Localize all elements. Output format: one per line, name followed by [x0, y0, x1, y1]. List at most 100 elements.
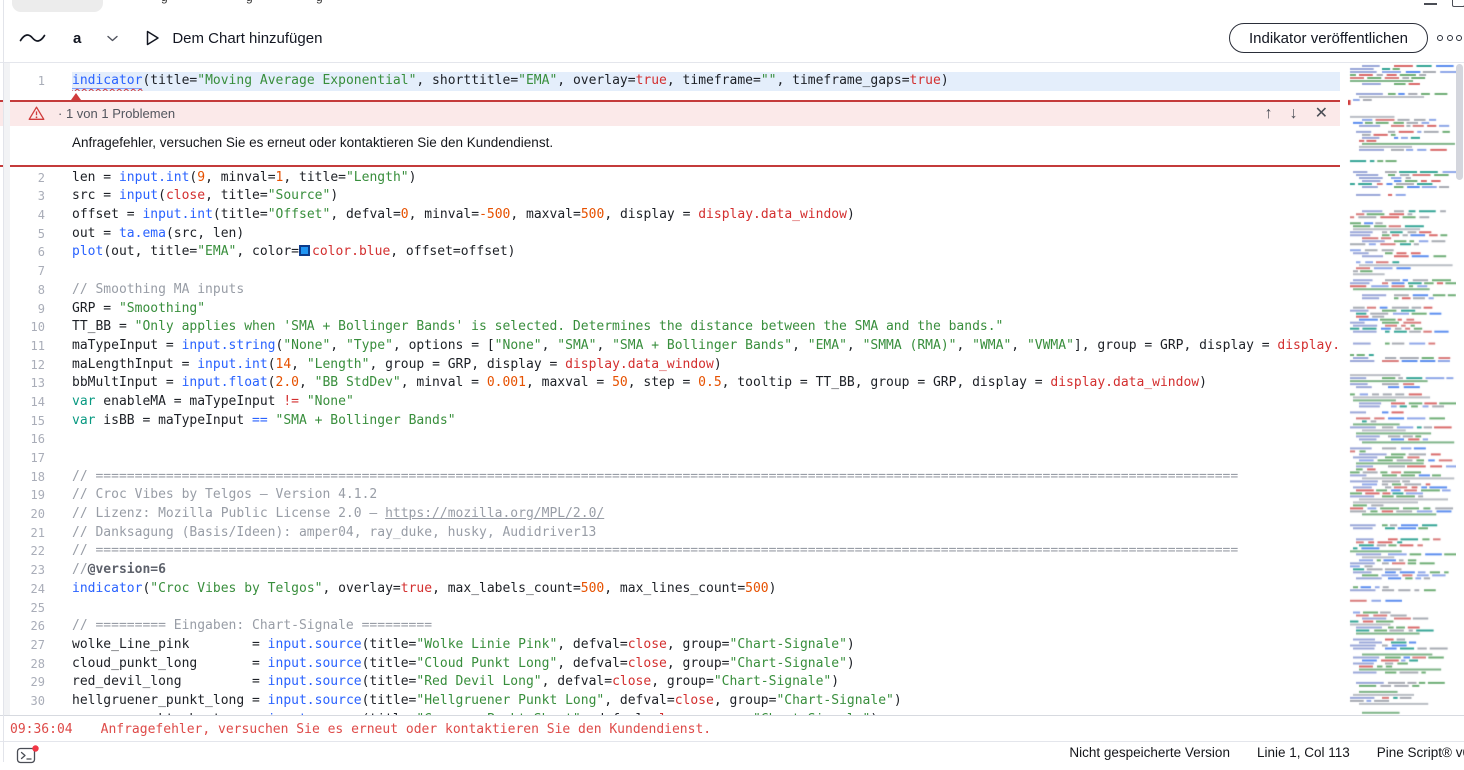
- code-text: // ========= Eingaben: Chart-Signale ===…: [72, 617, 1340, 636]
- code-text: // Croc Vibes by Telgos – Version 4.1.2: [72, 486, 1340, 505]
- code-text: maLengthInput = input.int(14, "Length", …: [72, 356, 1340, 375]
- code-line[interactable]: 30hellgruener_punkt_long = input.source(…: [0, 692, 1340, 711]
- window-maximize-icon[interactable]: [1452, 0, 1464, 7]
- console-timestamp: 09:36:04: [10, 722, 73, 737]
- code-text: // Danksagung (Basis/Ideen): amper04, ra…: [72, 524, 1340, 543]
- error-message: Anfragefehler, versuchen Sie es erneut o…: [0, 126, 1340, 165]
- color-swatch[interactable]: [299, 245, 310, 256]
- code-line[interactable]: 28cloud_punkt_long = input.source(title=…: [0, 655, 1340, 674]
- code-line[interactable]: 15var isBB = maTypeInput == "SMA + Bolli…: [0, 412, 1340, 431]
- code-line[interactable]: 3src = input(close, title="Source"): [0, 187, 1340, 206]
- tab-title-fragment: g: [316, 0, 323, 4]
- window-left-border: [3, 0, 4, 762]
- add-to-chart-button[interactable]: Dem Chart hinzufügen: [172, 30, 322, 47]
- publish-indicator-button[interactable]: Indikator veröffentlichen: [1229, 23, 1428, 53]
- code-editor[interactable]: 1indicator(title="Moving Average Exponen…: [0, 62, 1340, 715]
- code-text: indicator("Croc Vibes by Telgos", overla…: [72, 580, 1340, 599]
- code-text: // Lizenz: Mozilla Public License 2.0 – …: [72, 505, 1340, 524]
- code-line[interactable]: 4offset = input.int(title="Offset", defv…: [0, 206, 1340, 225]
- code-text: GRP = "Smoothing": [72, 300, 1340, 319]
- code-line[interactable]: 29red_devil_long = input.source(title="R…: [0, 673, 1340, 692]
- minimap[interactable]: [1348, 62, 1456, 715]
- code-line[interactable]: 20// Lizenz: Mozilla Public License 2.0 …: [0, 505, 1340, 524]
- code-lines-top: 1indicator(title="Moving Average Exponen…: [0, 72, 1340, 91]
- error-marker-icon: [71, 93, 81, 100]
- code-line[interactable]: 23//@version=6: [0, 561, 1340, 580]
- code-text: src = input(close, title="Source"): [72, 187, 1340, 206]
- code-text: hellgruener_punkt_long = input.source(ti…: [72, 692, 1340, 711]
- tab-title-fragment: g: [161, 0, 168, 4]
- code-line[interactable]: 24indicator("Croc Vibes by Telgos", over…: [0, 580, 1340, 599]
- code-text: TT_BB = "Only applies when 'SMA + Bollin…: [72, 318, 1340, 337]
- script-tab-partial[interactable]: [12, 0, 103, 12]
- code-text: var enableMA = maTypeInput != "None": [72, 393, 1340, 412]
- code-text: // Smoothing MA inputs: [72, 281, 1340, 300]
- code-text: wolke_Line_pink = input.source(title="Wo…: [72, 636, 1340, 655]
- console-error-message: Anfragefehler, versuchen Sie es erneut o…: [101, 722, 711, 737]
- code-text: maTypeInput = input.string("None", "Type…: [72, 337, 1340, 356]
- code-text: len = input.int(9, minval=1, title="Leng…: [72, 169, 1340, 188]
- warning-triangle-icon: [28, 106, 45, 121]
- indicator-wave-icon: [19, 30, 46, 46]
- code-text: //@version=6: [72, 561, 1340, 580]
- console-row: 09:36:04 Anfragefehler, versuchen Sie es…: [0, 715, 1464, 742]
- code-line[interactable]: 14var enableMA = maTypeInput != "None": [0, 393, 1340, 412]
- code-text: var isBB = maTypeInput == "SMA + Bolling…: [72, 412, 1340, 431]
- code-text: out = ta.ema(src, len): [72, 225, 1340, 244]
- code-line[interactable]: 26// ========= Eingaben: Chart-Signale =…: [0, 617, 1340, 636]
- code-line[interactable]: 11maTypeInput = input.string("None", "Ty…: [0, 337, 1340, 356]
- code-line[interactable]: 25: [0, 599, 1340, 618]
- code-text: // =====================================…: [72, 468, 1340, 487]
- code-line[interactable]: 13bbMultInput = input.float(2.0, "BB Std…: [0, 374, 1340, 393]
- code-text: plot(out, title="EMA", color=color.blue,…: [72, 243, 1340, 262]
- code-text: indicator(title="Moving Average Exponent…: [72, 72, 1340, 91]
- pine-version-label[interactable]: Pine Script® v6: [1377, 745, 1464, 760]
- code-text: [72, 262, 1340, 281]
- code-line[interactable]: 7: [0, 262, 1340, 281]
- code-line[interactable]: 21// Danksagung (Basis/Ideen): amper04, …: [0, 524, 1340, 543]
- code-text: red_devil_long = input.source(title="Red…: [72, 673, 1340, 692]
- code-line[interactable]: 16: [0, 430, 1340, 449]
- code-line[interactable]: 10TT_BB = "Only applies when 'SMA + Boll…: [0, 318, 1340, 337]
- more-menu-icon[interactable]: [1437, 35, 1462, 41]
- close-panel-icon[interactable]: ✕: [1315, 106, 1328, 122]
- code-line[interactable]: 8// Smoothing MA inputs: [0, 281, 1340, 300]
- add-to-chart-play-icon[interactable]: [146, 30, 160, 46]
- code-line[interactable]: 2len = input.int(9, minval=1, title="Len…: [0, 169, 1340, 188]
- code-line[interactable]: 12maLengthInput = input.int(14, "Length"…: [0, 356, 1340, 375]
- code-line[interactable]: 6plot(out, title="EMA", color=color.blue…: [0, 243, 1340, 262]
- window-minimize-icon[interactable]: [1424, 3, 1437, 5]
- error-panel: · 1 von 1 Problemen ↑ ↓ ✕ Anfragefehler,…: [0, 100, 1340, 167]
- previous-problem-icon[interactable]: ↑: [1265, 106, 1273, 122]
- chevron-down-icon[interactable]: [107, 35, 118, 42]
- code-text: // =====================================…: [72, 542, 1340, 561]
- editor-toolbar: a Dem Chart hinzufügen Indikator veröffe…: [0, 14, 1464, 63]
- code-text: [72, 449, 1340, 468]
- code-line[interactable]: 18// ===================================…: [0, 468, 1340, 487]
- code-line[interactable]: 1indicator(title="Moving Average Exponen…: [0, 72, 1340, 91]
- vertical-scrollbar[interactable]: [1456, 64, 1463, 180]
- code-line[interactable]: 9GRP = "Smoothing": [0, 300, 1340, 319]
- code-text: offset = input.int(title="Offset", defva…: [72, 206, 1340, 225]
- tab-title-fragment: g: [246, 0, 253, 4]
- editor-left-margin: [4, 62, 10, 715]
- code-line[interactable]: 17: [0, 449, 1340, 468]
- cursor-position-label: Linie 1, Col 113: [1257, 745, 1350, 760]
- tab-bar: g g g: [0, 0, 1464, 15]
- unsaved-version-label[interactable]: Nicht gespeicherte Version: [1069, 745, 1230, 760]
- code-line[interactable]: 27wolke_Line_pink = input.source(title="…: [0, 636, 1340, 655]
- code-lines: 2len = input.int(9, minval=1, title="Len…: [0, 169, 1340, 715]
- next-problem-icon[interactable]: ↓: [1290, 106, 1298, 122]
- code-text: cloud_punkt_long = input.source(title="C…: [72, 655, 1340, 674]
- console-toggle-icon[interactable]: [16, 745, 40, 770]
- code-line[interactable]: 22// ===================================…: [0, 542, 1340, 561]
- error-count-label: · 1 von 1 Problemen: [58, 106, 175, 121]
- error-panel-header: · 1 von 1 Problemen ↑ ↓ ✕: [0, 102, 1340, 126]
- code-text: [72, 430, 1340, 449]
- code-line[interactable]: 19// Croc Vibes by Telgos – Version 4.1.…: [0, 486, 1340, 505]
- code-line[interactable]: 5out = ta.ema(src, len): [0, 225, 1340, 244]
- status-bar: Nicht gespeicherte Version Linie 1, Col …: [0, 741, 1464, 763]
- code-text: [72, 599, 1340, 618]
- code-text: bbMultInput = input.float(2.0, "BB StdDe…: [72, 374, 1340, 393]
- script-shorttitle-label: a: [73, 30, 81, 47]
